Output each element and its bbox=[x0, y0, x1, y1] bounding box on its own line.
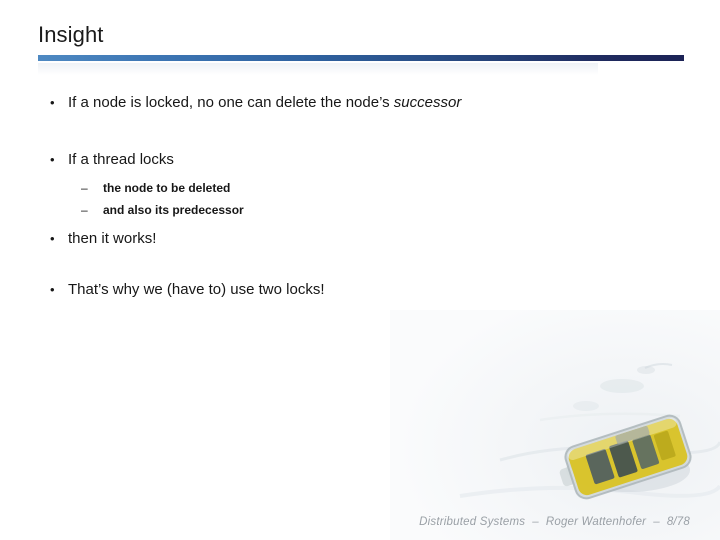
footer-author-name: Roger Wattenhofer bbox=[545, 516, 647, 528]
bullet-text-part-italic: successor bbox=[393, 94, 462, 111]
slide-footer: Distributed Systems – Roger Wattenhofer –8/… bbox=[419, 516, 690, 528]
bullet-text-then-it-works: then it works! bbox=[68, 230, 157, 247]
bullet-text-thread-locks: If a thread locks bbox=[68, 151, 174, 168]
bullet-item-then-it-works: • then it works! bbox=[0, 228, 720, 249]
subbullet-item-also-predecessor: – and also its predecessor bbox=[0, 201, 720, 219]
subbullet-text-node-to-be-deleted: the node to be deleted bbox=[103, 181, 231, 195]
bullet-marker-icon: • bbox=[50, 282, 55, 297]
title-divider-shadow bbox=[38, 63, 598, 75]
bullet-text-two-locks: That’s why we (have to) use two locks! bbox=[68, 281, 325, 298]
footer-page-number: 8/78 bbox=[666, 516, 690, 528]
dash-marker-icon: – bbox=[81, 203, 88, 217]
sensor-node-on-snow-photo bbox=[390, 310, 720, 540]
bullet-text-part-plain: If a node is locked, no one can delete t… bbox=[68, 94, 394, 111]
bullet-marker-icon: • bbox=[50, 231, 55, 246]
title-divider-rule bbox=[38, 55, 684, 61]
subbullet-text-also-predecessor: and also its predecessor bbox=[103, 203, 244, 217]
bullet-item-two-locks: • That’s why we (have to) use two locks! bbox=[0, 279, 720, 300]
footer-course-name: Distributed Systems bbox=[419, 516, 526, 528]
bullet-text-locked-successor: If a node is locked, no one can delete t… bbox=[68, 94, 461, 111]
footer-separator-2: – bbox=[653, 516, 660, 528]
bullet-item-locked-successor: • If a node is locked, no one can delete… bbox=[0, 92, 720, 113]
bullet-item-thread-locks: • If a thread locks bbox=[0, 149, 720, 170]
slide-body: • If a node is locked, no one can delete… bbox=[0, 92, 720, 300]
bullet-marker-icon: • bbox=[50, 152, 55, 167]
dash-marker-icon: – bbox=[81, 181, 88, 195]
slide-canvas: Insight • If a node is locked, no one ca… bbox=[0, 0, 720, 540]
page-title: Insight bbox=[38, 22, 104, 47]
bullet-marker-icon: • bbox=[50, 95, 55, 110]
footer-separator-1: – bbox=[532, 516, 539, 528]
subbullet-item-node-to-be-deleted: – the node to be deleted bbox=[0, 179, 720, 197]
